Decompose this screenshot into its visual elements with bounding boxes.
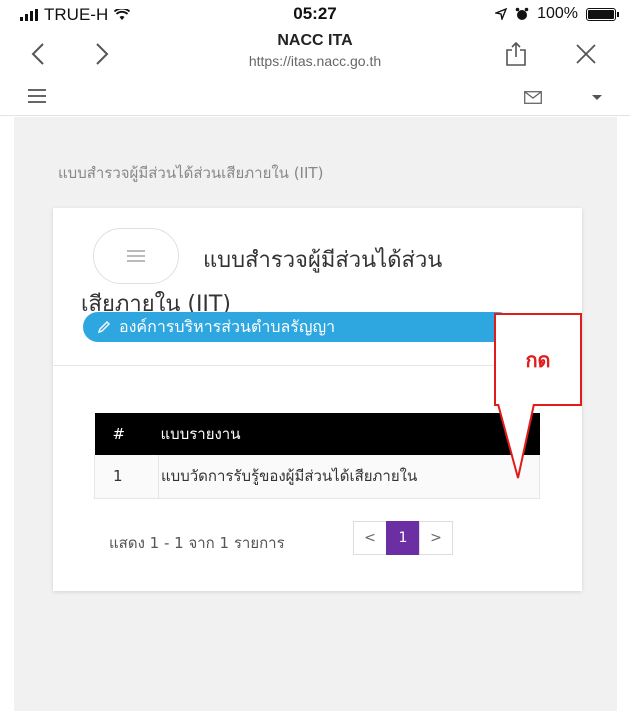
organization-badge[interactable]: องค์การบริหารส่วนตำบลรัญญา: [83, 312, 513, 342]
breadcrumb: แบบสำรวจผู้มีส่วนได้ส่วนเสียภายใน (IIT): [58, 164, 324, 182]
status-bar: TRUE-H 05:27 100%: [0, 0, 630, 28]
next-page-button[interactable]: >: [419, 521, 453, 555]
url-display[interactable]: https://itas.nacc.go.th: [0, 53, 630, 69]
battery-icon: [586, 7, 619, 21]
site-header: [0, 80, 630, 116]
pagination-info: แสดง 1 - 1 จาก 1 รายการ: [109, 534, 285, 552]
organization-name: องค์การบริหารส่วนตำบลรัญญา: [119, 316, 336, 336]
table-header-row: # แบบรายงาน: [94, 413, 540, 455]
battery-percent: 100%: [537, 5, 578, 22]
close-icon: [576, 44, 596, 64]
alarm-icon: [515, 7, 529, 20]
prev-page-button[interactable]: <: [353, 521, 387, 555]
report-table: # แบบรายงาน 1 แบบวัดการรับรู้ของผู้มีส่ว…: [94, 413, 540, 499]
share-button[interactable]: [498, 34, 534, 74]
list-icon: [93, 228, 179, 284]
table-row[interactable]: 1 แบบวัดการรับรู้ของผู้มีส่วนได้เสียภายใ…: [94, 455, 540, 499]
report-link[interactable]: แบบวัดการรับรู้ของผู้มีส่วนได้เสียภายใน: [158, 455, 540, 499]
column-header-number: #: [94, 413, 159, 455]
pagination: < 1 >: [353, 521, 453, 555]
close-button[interactable]: [568, 34, 604, 74]
pencil-icon: [97, 321, 110, 334]
status-right: 100%: [495, 5, 619, 23]
callout-text: กด: [525, 347, 551, 372]
mail-icon[interactable]: [524, 91, 542, 104]
dropdown-caret-icon[interactable]: [592, 95, 602, 100]
annotation-callout: กด: [494, 313, 582, 406]
column-header-report: แบบรายงาน: [158, 413, 540, 455]
browser-nav-bar: NACC ITA https://itas.nacc.go.th: [0, 28, 630, 80]
page-1-button[interactable]: 1: [386, 521, 420, 555]
page-title: NACC ITA: [277, 32, 353, 49]
callout-pointer: [497, 404, 535, 479]
menu-icon[interactable]: [28, 89, 46, 103]
share-icon: [506, 41, 526, 66]
row-number: 1: [94, 455, 159, 499]
card-title-line1: แบบสำรวจผู้มีส่วนได้ส่วน: [203, 248, 443, 273]
location-arrow-icon: [495, 8, 508, 20]
